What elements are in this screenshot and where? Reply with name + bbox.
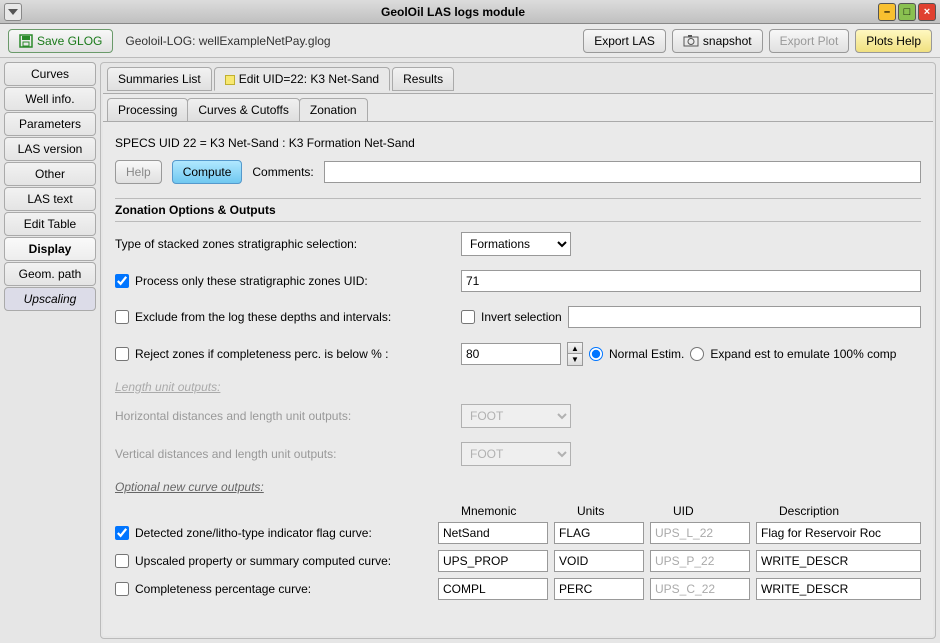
compute-button[interactable]: Compute [172, 160, 243, 184]
exclude-checkbox[interactable] [115, 310, 129, 324]
spec-line: SPECS UID 22 = K3 Net-Sand : K3 Formatio… [115, 130, 921, 160]
curve-2-label: Completeness percentage curve: [135, 582, 311, 596]
reject-input[interactable] [461, 343, 561, 365]
sidetab-well-info[interactable]: Well info. [4, 87, 96, 111]
comments-input[interactable] [324, 161, 921, 183]
comments-label: Comments: [252, 165, 313, 179]
curve-0-mnemonic[interactable] [438, 522, 548, 544]
sidetab-geom-path[interactable]: Geom. path [4, 262, 96, 286]
window-title: GeolOil LAS logs module [28, 5, 878, 19]
length-section-header: Length unit outputs: [115, 380, 921, 394]
process-only-input[interactable] [461, 270, 921, 292]
save-icon [19, 34, 33, 48]
sub-tabs: Processing Curves & Cutoffs Zonation [103, 94, 933, 122]
curve-1-mnemonic[interactable] [438, 550, 548, 572]
export-las-button[interactable]: Export LAS [583, 29, 666, 53]
section-header: Zonation Options & Outputs [115, 198, 921, 222]
reject-spinner[interactable]: ▲ ▼ [567, 342, 583, 366]
titlebar: GeolOil LAS logs module – □ × [0, 0, 940, 24]
curve-2-uid [650, 578, 750, 600]
col-units: Units [577, 504, 667, 518]
tab-results[interactable]: Results [392, 67, 454, 91]
type-select[interactable]: Formations [461, 232, 571, 256]
close-button[interactable]: × [918, 3, 936, 21]
curve-2-desc[interactable] [756, 578, 921, 600]
top-tabs: Summaries List Edit UID=22: K3 Net-Sand … [103, 65, 933, 93]
normal-estim-label: Normal Estim. [609, 347, 684, 361]
curve-0-units[interactable] [554, 522, 644, 544]
sidetab-las-text[interactable]: LAS text [4, 187, 96, 211]
curve-0-desc[interactable] [756, 522, 921, 544]
sidetab-parameters[interactable]: Parameters [4, 112, 96, 136]
column-headers: Mnemonic Units UID Description [461, 504, 921, 518]
curve-0-checkbox[interactable] [115, 526, 129, 540]
process-only-checkbox[interactable] [115, 274, 129, 288]
curve-2-checkbox[interactable] [115, 582, 129, 596]
curve-1-desc[interactable] [756, 550, 921, 572]
tab-summaries-list[interactable]: Summaries List [107, 67, 212, 91]
invert-label: Invert selection [481, 310, 562, 324]
exclude-label: Exclude from the log these depths and in… [135, 310, 391, 324]
sidetab-curves[interactable]: Curves [4, 62, 96, 86]
curve-row: Completeness percentage curve: [115, 578, 921, 600]
subtab-zonation[interactable]: Zonation [299, 98, 368, 121]
sidetab-upscaling[interactable]: Upscaling [4, 287, 96, 311]
expand-estim-radio[interactable] [690, 347, 704, 361]
col-uid: UID [673, 504, 773, 518]
spinner-down-icon[interactable]: ▼ [568, 354, 582, 365]
vert-label: Vertical distances and length unit outpu… [115, 447, 455, 461]
tab-edit-label: Edit UID=22: K3 Net-Sand [239, 72, 379, 86]
col-description: Description [779, 504, 921, 518]
expand-estim-label: Expand est to emulate 100% comp [710, 347, 896, 361]
sidetab-edit-table[interactable]: Edit Table [4, 212, 96, 236]
sidetab-las-version[interactable]: LAS version [4, 137, 96, 161]
horiz-label: Horizontal distances and length unit out… [115, 409, 455, 423]
scroll-area[interactable]: SPECS UID 22 = K3 Net-Sand : K3 Formatio… [103, 122, 933, 636]
tab-edit-uid[interactable]: Edit UID=22: K3 Net-Sand [214, 67, 390, 91]
subtab-curves-cutoffs[interactable]: Curves & Cutoffs [187, 98, 299, 121]
reject-label: Reject zones if completeness perc. is be… [135, 347, 388, 361]
curve-2-units[interactable] [554, 578, 644, 600]
curve-1-label: Upscaled property or summary computed cu… [135, 554, 391, 568]
minimize-button[interactable]: – [878, 3, 896, 21]
filename-label: Geoloil-LOG: wellExampleNetPay.glog [125, 34, 577, 48]
reject-checkbox[interactable] [115, 347, 129, 361]
app-menu-button[interactable] [4, 3, 22, 21]
curve-1-uid [650, 550, 750, 572]
process-only-label: Process only these stratigraphic zones U… [135, 274, 368, 288]
spinner-up-icon[interactable]: ▲ [568, 343, 582, 354]
maximize-button[interactable]: □ [898, 3, 916, 21]
curve-row: Upscaled property or summary computed cu… [115, 550, 921, 572]
toolbar: Save GLOG Geoloil-LOG: wellExampleNetPay… [0, 24, 940, 58]
snapshot-button[interactable]: snapshot [672, 29, 763, 53]
type-label: Type of stacked zones stratigraphic sele… [115, 237, 455, 251]
save-glog-button[interactable]: Save GLOG [8, 29, 113, 53]
curve-1-checkbox[interactable] [115, 554, 129, 568]
normal-estim-radio[interactable] [589, 347, 603, 361]
curve-row: Detected zone/litho-type indicator flag … [115, 522, 921, 544]
snapshot-label: snapshot [703, 34, 752, 48]
curve-2-mnemonic[interactable] [438, 578, 548, 600]
invert-input[interactable] [568, 306, 921, 328]
col-mnemonic: Mnemonic [461, 504, 571, 518]
horiz-select: FOOT [461, 404, 571, 428]
optional-section-header: Optional new curve outputs: [115, 480, 921, 494]
curve-0-label: Detected zone/litho-type indicator flag … [135, 526, 372, 540]
curve-1-units[interactable] [554, 550, 644, 572]
subtab-processing[interactable]: Processing [107, 98, 188, 121]
camera-icon [683, 35, 699, 47]
export-plot-button[interactable]: Export Plot [769, 29, 850, 53]
invert-checkbox[interactable] [461, 310, 475, 324]
vert-select: FOOT [461, 442, 571, 466]
help-button[interactable]: Help [115, 160, 162, 184]
sidetab-other[interactable]: Other [4, 162, 96, 186]
save-glog-label: Save GLOG [37, 34, 102, 48]
tab-color-swatch [225, 75, 235, 85]
sidetab-display[interactable]: Display [4, 237, 96, 261]
curve-0-uid [650, 522, 750, 544]
side-panel: Curves Well info. Parameters LAS version… [4, 62, 96, 639]
content-area: Summaries List Edit UID=22: K3 Net-Sand … [100, 62, 936, 639]
plots-help-button[interactable]: Plots Help [855, 29, 932, 53]
